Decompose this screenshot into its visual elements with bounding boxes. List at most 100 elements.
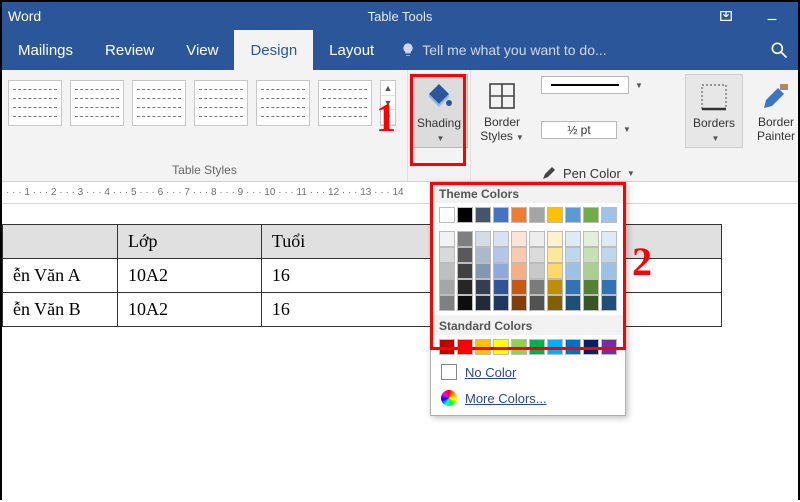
color-swatch[interactable] <box>439 339 455 355</box>
color-swatch[interactable] <box>565 231 581 247</box>
border-painter-button[interactable]: Border Painter <box>747 74 800 146</box>
color-swatch[interactable] <box>529 295 545 311</box>
color-swatch[interactable] <box>547 207 563 223</box>
color-swatch[interactable] <box>601 231 617 247</box>
tab-layout[interactable]: Layout <box>313 30 390 70</box>
search-icon-button[interactable] <box>760 30 798 70</box>
color-swatch[interactable] <box>457 263 473 279</box>
color-swatch[interactable] <box>457 231 473 247</box>
table-style-swatch[interactable] <box>318 80 372 126</box>
chevron-down-icon[interactable]: ▼ <box>381 96 395 111</box>
color-swatch[interactable] <box>565 263 581 279</box>
color-swatch[interactable] <box>475 207 491 223</box>
table-cell[interactable]: ễn Văn A <box>3 259 118 293</box>
color-swatch[interactable] <box>529 247 545 263</box>
color-swatch[interactable] <box>529 207 545 223</box>
color-swatch[interactable] <box>583 247 599 263</box>
gallery-expand-icon[interactable]: ▾ <box>381 110 395 125</box>
color-swatch[interactable] <box>457 279 473 295</box>
tab-mailings[interactable]: Mailings <box>2 30 89 70</box>
table-header-cell[interactable] <box>3 225 118 259</box>
color-swatch[interactable] <box>493 279 509 295</box>
color-swatch[interactable] <box>493 247 509 263</box>
color-swatch[interactable] <box>511 339 527 355</box>
document-area[interactable]: Lớp Tuổi ễn Văn A 10A2 16 Quận Thủ Đức ễ… <box>2 204 798 502</box>
color-swatch[interactable] <box>511 279 527 295</box>
table-style-swatch[interactable] <box>194 80 248 126</box>
color-swatch[interactable] <box>511 295 527 311</box>
color-swatch[interactable] <box>547 295 563 311</box>
table-style-gallery[interactable]: ▲ ▼ ▾ <box>8 74 401 126</box>
color-swatch[interactable] <box>529 263 545 279</box>
color-swatch[interactable] <box>439 247 455 263</box>
color-swatch[interactable] <box>475 339 491 355</box>
table-style-swatch[interactable] <box>132 80 186 126</box>
color-swatch[interactable] <box>493 231 509 247</box>
color-swatch[interactable] <box>565 207 581 223</box>
tab-view[interactable]: View <box>170 30 234 70</box>
color-swatch[interactable] <box>547 279 563 295</box>
color-swatch[interactable] <box>511 207 527 223</box>
pen-style-dropdown[interactable] <box>541 76 629 94</box>
color-swatch[interactable] <box>565 247 581 263</box>
color-swatch[interactable] <box>511 247 527 263</box>
color-swatch[interactable] <box>475 279 491 295</box>
color-swatch[interactable] <box>439 263 455 279</box>
color-swatch[interactable] <box>511 231 527 247</box>
tab-design[interactable]: Design <box>234 30 313 70</box>
color-swatch[interactable] <box>529 231 545 247</box>
chevron-up-icon[interactable]: ▲ <box>381 81 395 96</box>
color-swatch[interactable] <box>439 295 455 311</box>
table-style-swatch[interactable] <box>70 80 124 126</box>
color-swatch[interactable] <box>529 339 545 355</box>
color-swatch[interactable] <box>583 231 599 247</box>
color-swatch[interactable] <box>493 295 509 311</box>
color-swatch[interactable] <box>601 247 617 263</box>
color-swatch[interactable] <box>565 279 581 295</box>
pen-color-dropdown[interactable]: Pen Color ▼ <box>541 165 675 181</box>
color-swatch[interactable] <box>475 247 491 263</box>
color-swatch[interactable] <box>547 231 563 247</box>
color-swatch[interactable] <box>475 231 491 247</box>
color-swatch[interactable] <box>493 263 509 279</box>
color-swatch[interactable] <box>511 263 527 279</box>
color-swatch[interactable] <box>601 207 617 223</box>
color-swatch[interactable] <box>583 263 599 279</box>
color-swatch[interactable] <box>583 339 599 355</box>
color-swatch[interactable] <box>457 247 473 263</box>
borders-button[interactable]: Borders▼ <box>685 74 743 148</box>
minimize-button[interactable] <box>750 4 794 28</box>
color-swatch[interactable] <box>457 207 473 223</box>
table-cell[interactable]: 10A2 <box>118 259 262 293</box>
shading-button[interactable]: Shading▼ <box>410 74 468 148</box>
color-swatch[interactable] <box>439 279 455 295</box>
color-swatch[interactable] <box>583 207 599 223</box>
color-swatch[interactable] <box>493 207 509 223</box>
color-swatch[interactable] <box>601 295 617 311</box>
border-styles-button[interactable]: Border Styles▼ <box>473 74 531 146</box>
table-cell[interactable]: ễn Văn B <box>3 293 118 327</box>
ribbon-display-options-button[interactable] <box>704 4 748 28</box>
color-swatch[interactable] <box>547 263 563 279</box>
more-colors-item[interactable]: More Colors... <box>431 385 625 411</box>
color-swatch[interactable] <box>547 339 563 355</box>
color-swatch[interactable] <box>475 295 491 311</box>
color-swatch[interactable] <box>601 263 617 279</box>
color-swatch[interactable] <box>457 295 473 311</box>
color-swatch[interactable] <box>601 339 617 355</box>
table-header-cell[interactable]: Lớp <box>118 225 262 259</box>
color-swatch[interactable] <box>583 279 599 295</box>
color-swatch[interactable] <box>439 231 455 247</box>
color-swatch[interactable] <box>475 263 491 279</box>
color-swatch[interactable] <box>439 207 455 223</box>
color-swatch[interactable] <box>493 339 509 355</box>
color-swatch[interactable] <box>457 339 473 355</box>
color-swatch[interactable] <box>529 279 545 295</box>
gallery-scroll[interactable]: ▲ ▼ ▾ <box>380 80 396 126</box>
color-swatch[interactable] <box>583 295 599 311</box>
color-swatch[interactable] <box>565 339 581 355</box>
color-swatch[interactable] <box>601 279 617 295</box>
horizontal-ruler[interactable]: · · · 1 · · · 2 · · · 3 · · · 4 · · · 5 … <box>2 182 798 204</box>
table-style-swatch[interactable] <box>8 80 62 126</box>
tell-me-search[interactable]: Tell me what you want to do... <box>390 30 616 70</box>
